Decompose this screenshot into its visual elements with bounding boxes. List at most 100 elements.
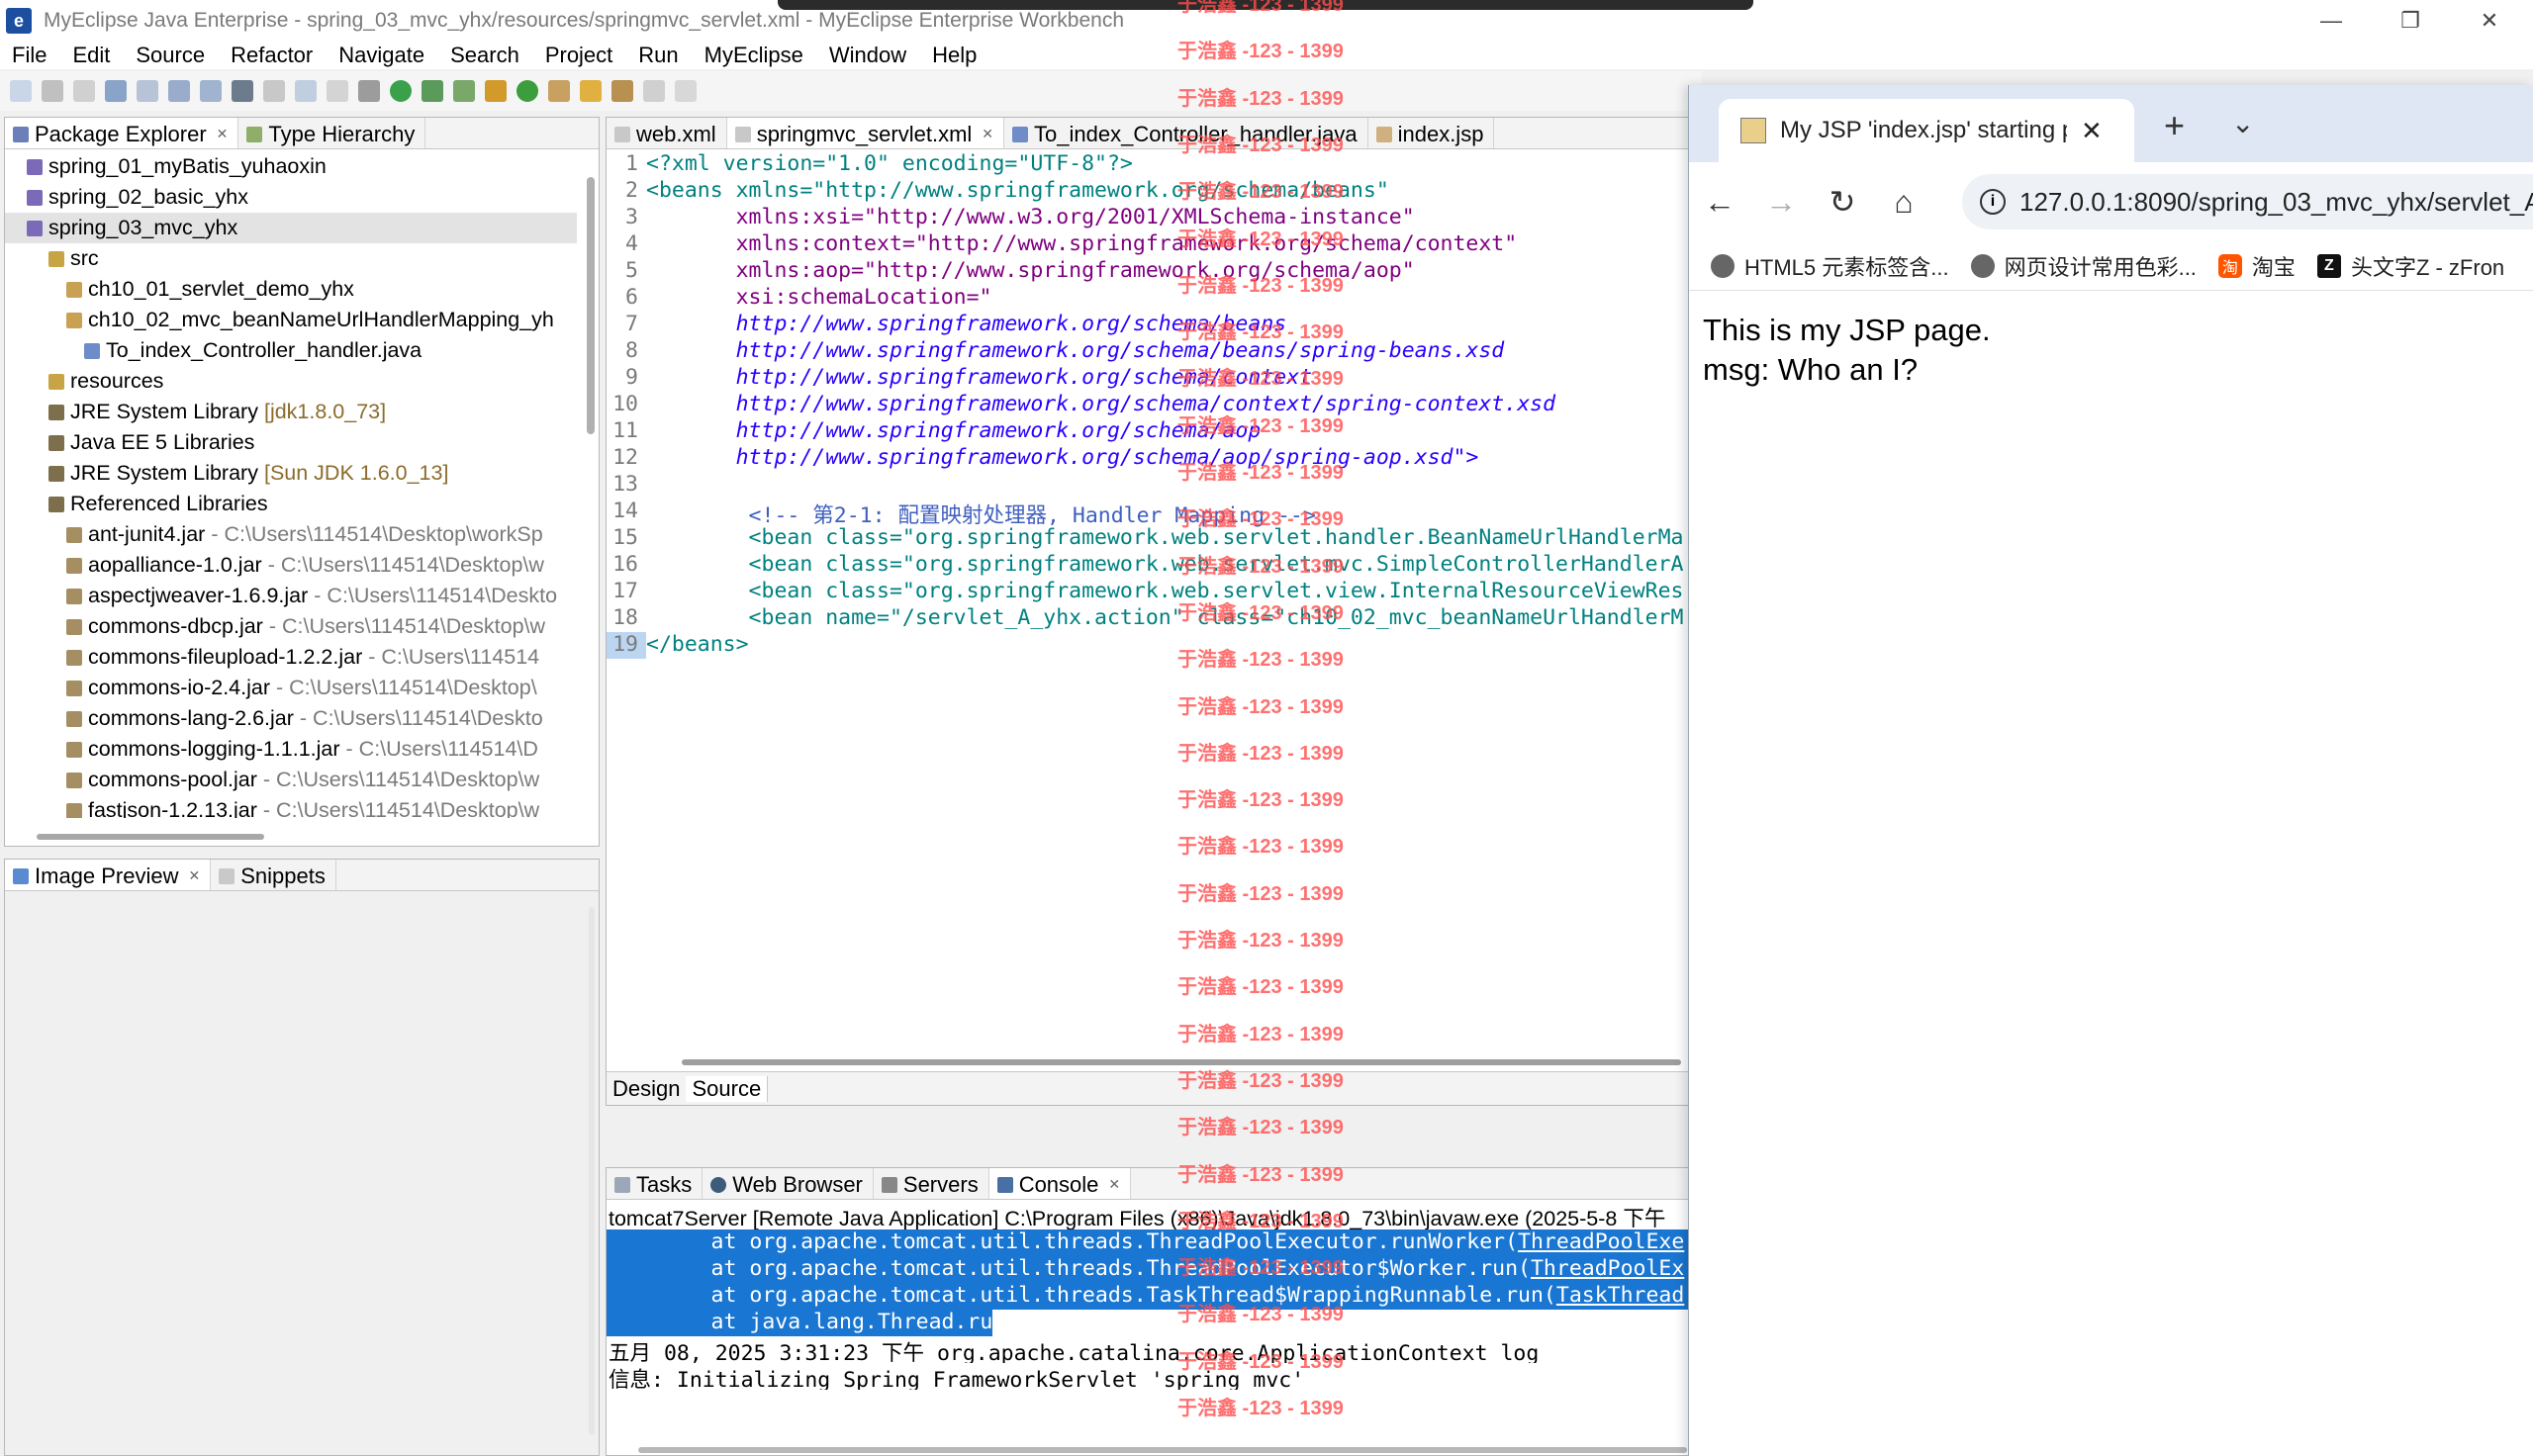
menu-window[interactable]: Window (817, 43, 920, 68)
close-icon[interactable]: ✕ (982, 126, 993, 142)
server-icon[interactable] (137, 80, 158, 102)
console-stack-line[interactable]: at org.apache.tomcat.util.threads.Thread… (607, 1256, 1689, 1283)
tree-item[interactable]: spring_01_myBatis_yuhaoxin (5, 151, 577, 182)
code-line[interactable]: 19 </beans> (607, 632, 1689, 659)
edit-icon[interactable] (611, 80, 633, 102)
code-line[interactable]: 3 xmlns:xsi="http://www.w3.org/2001/XMLS… (607, 205, 1689, 231)
coverage-icon[interactable] (453, 80, 475, 102)
code-line[interactable]: 9 http://www.springframework.org/schema/… (607, 365, 1689, 392)
back-icon[interactable] (643, 80, 665, 102)
tab-snippets[interactable]: Snippets (211, 860, 336, 890)
code-line[interactable]: 17 <bean class="org.springframework.web.… (607, 579, 1689, 605)
code-line[interactable]: 15 <bean class="org.springframework.web.… (607, 525, 1689, 552)
new-tab-icon[interactable]: + (2164, 105, 2185, 146)
print-icon[interactable] (105, 80, 127, 102)
menu-refactor[interactable]: Refactor (219, 43, 327, 68)
explorer-hscroll[interactable] (37, 834, 264, 840)
save-icon[interactable] (42, 80, 63, 102)
maximize-button[interactable]: ❐ (2371, 0, 2450, 42)
tree-item[interactable]: To_index_Controller_handler.java (5, 335, 577, 366)
code-line[interactable]: 10 http://www.springframework.org/schema… (607, 392, 1689, 418)
tree-item[interactable]: commons-fileupload-1.2.2.jar - C:\Users\1… (5, 642, 577, 673)
code-line[interactable]: 7 http://www.springframework.org/schema/… (607, 312, 1689, 338)
code-line[interactable]: 14 <!-- 第2-1: 配置映射处理器, Handler Mapping -… (607, 499, 1689, 528)
back-icon[interactable]: ← (1689, 184, 1750, 221)
preview-vscroll[interactable] (589, 907, 595, 1435)
menu-search[interactable]: Search (438, 43, 533, 68)
close-icon[interactable]: ✕ (189, 867, 201, 884)
console-stack-line[interactable]: at org.apache.tomcat.util.threads.Thread… (607, 1229, 1689, 1256)
tab-package-explorer[interactable]: Package Explorer ✕ (5, 118, 239, 148)
tree-item[interactable]: src (5, 243, 577, 274)
tree-item[interactable]: fastjson-1.2.13.jar - C:\Users\114514\Des… (5, 795, 577, 818)
chevron-down-icon[interactable]: ⌄ (2231, 107, 2254, 139)
debug-icon[interactable] (422, 80, 443, 102)
minimize-button[interactable]: — (2292, 0, 2371, 42)
forward-icon[interactable]: → (1750, 184, 1812, 221)
console-hscroll[interactable] (638, 1447, 1687, 1453)
menu-myeclipse[interactable]: MyEclipse (693, 43, 817, 68)
tree-item[interactable]: commons-logging-1.1.1.jar - C:\Users\1145… (5, 734, 577, 765)
tab-design[interactable]: Design (607, 1076, 686, 1102)
code-area[interactable]: 1 <?xml version="1.0" encoding="UTF-8"?> 2… (607, 151, 1689, 1059)
console-stack-line[interactable]: at java.lang.Thread.run(Thread.java:745) (607, 1310, 992, 1336)
close-icon[interactable]: ✕ (217, 126, 229, 142)
run-icon[interactable] (390, 80, 412, 102)
save-all-icon[interactable] (73, 80, 95, 102)
tree-item[interactable]: commons-pool.jar - C:\Users\114514\Deskto… (5, 765, 577, 795)
bookmark-zfront[interactable]: Z 头文字Z - zFron (2296, 250, 2504, 282)
tab-console[interactable]: Console ✕ (988, 1168, 1132, 1199)
tree-item[interactable]: aopalliance-1.0.jar - C:\Users\114514\Des… (5, 550, 577, 581)
browser-icon[interactable] (200, 80, 222, 102)
new-icon[interactable] (10, 80, 32, 102)
tab-type-hierarchy[interactable]: Type Hierarchy (238, 118, 426, 148)
address-bar[interactable]: i 127.0.0.1:8090/spring_03_mvc_yhx/servl… (1962, 174, 2533, 229)
tree-item[interactable]: ch10_02_mvc_beanNameUrlHandlerMapping_yh (5, 305, 577, 335)
tree-item[interactable]: resources (5, 366, 577, 397)
tree-item[interactable]: Java EE 5 Libraries (5, 427, 577, 458)
forward-icon[interactable] (675, 80, 697, 102)
bookmark-colors[interactable]: 网页设计常用色彩... (1949, 250, 2197, 282)
console-stack-line[interactable]: at org.apache.tomcat.util.threads.TaskTh… (607, 1283, 1689, 1310)
deploy-icon[interactable] (168, 80, 190, 102)
new-class-icon[interactable] (516, 80, 538, 102)
reload-icon[interactable]: ↻ (1812, 183, 1873, 221)
tree-item[interactable]: Referenced Libraries (5, 489, 577, 519)
tree-item[interactable]: JRE System Library [jdk1.8.0_73] (5, 397, 577, 427)
tree-item[interactable]: spring_02_basic_yhx (5, 182, 577, 213)
menu-file[interactable]: File (0, 43, 60, 68)
tree-item[interactable]: aspectjweaver-1.6.9.jar - C:\Users\114514… (5, 581, 577, 611)
tab-tasks[interactable]: Tasks (607, 1168, 704, 1199)
tab-source[interactable]: Source (686, 1075, 769, 1102)
code-line[interactable]: 5 xmlns:aop="http://www.springframework.… (607, 258, 1689, 285)
code-line[interactable]: 16 <bean class="org.springframework.web.… (607, 552, 1689, 579)
tree-item[interactable]: commons-lang-2.6.jar - C:\Users\114514\De… (5, 703, 577, 734)
search-icon[interactable] (295, 80, 317, 102)
tab-image-preview[interactable]: Image Preview ✕ (5, 860, 212, 890)
bookmark-taobao[interactable]: 淘 淘宝 (2197, 250, 2296, 282)
source-link[interactable]: ThreadPoolExe (1518, 1229, 1684, 1254)
code-line[interactable]: 13 (607, 472, 1689, 499)
source-link[interactable]: TaskThread (1556, 1283, 1684, 1308)
tree-item[interactable]: ant-junit4.jar - C:\Users\114514\Desktop\… (5, 519, 577, 550)
site-info-icon[interactable]: i (1980, 189, 2006, 215)
menu-navigate[interactable]: Navigate (327, 43, 438, 68)
console-output[interactable]: at org.apache.tomcat.util.threads.Thread… (607, 1229, 1689, 1455)
code-line[interactable]: 1 <?xml version="1.0" encoding="UTF-8"?> (607, 151, 1689, 178)
code-line[interactable]: 12 http://www.springframework.org/schema… (607, 445, 1689, 472)
tab-web-xml[interactable]: web.xml (607, 118, 727, 148)
tab-servers[interactable]: Servers (874, 1168, 989, 1199)
tree-item[interactable]: spring_03_mvc_yhx (5, 213, 577, 243)
source-link[interactable]: ThreadPoolEx (1531, 1256, 1684, 1281)
code-line[interactable]: 2 <beans xmlns="http://www.springframewor… (607, 178, 1689, 205)
menu-edit[interactable]: Edit (60, 43, 124, 68)
menu-project[interactable]: Project (533, 43, 626, 68)
code-line[interactable]: 18 <bean name="/servlet_A_yhx.action" cl… (607, 605, 1689, 632)
tree-item[interactable]: commons-io-2.4.jar - C:\Users\114514\Desk… (5, 673, 577, 703)
code-line[interactable]: 4 xmlns:context="http://www.springframew… (607, 231, 1689, 258)
tab-index-jsp[interactable]: index.jsp (1368, 118, 1495, 148)
tree-item[interactable]: commons-dbcp.jar - C:\Users\114514\Deskto… (5, 611, 577, 642)
open-type-icon[interactable] (263, 80, 285, 102)
explorer-vscroll[interactable] (587, 177, 595, 434)
tab-springmvc-servlet-xml[interactable]: springmvc_servlet.xml ✕ (726, 118, 1005, 148)
